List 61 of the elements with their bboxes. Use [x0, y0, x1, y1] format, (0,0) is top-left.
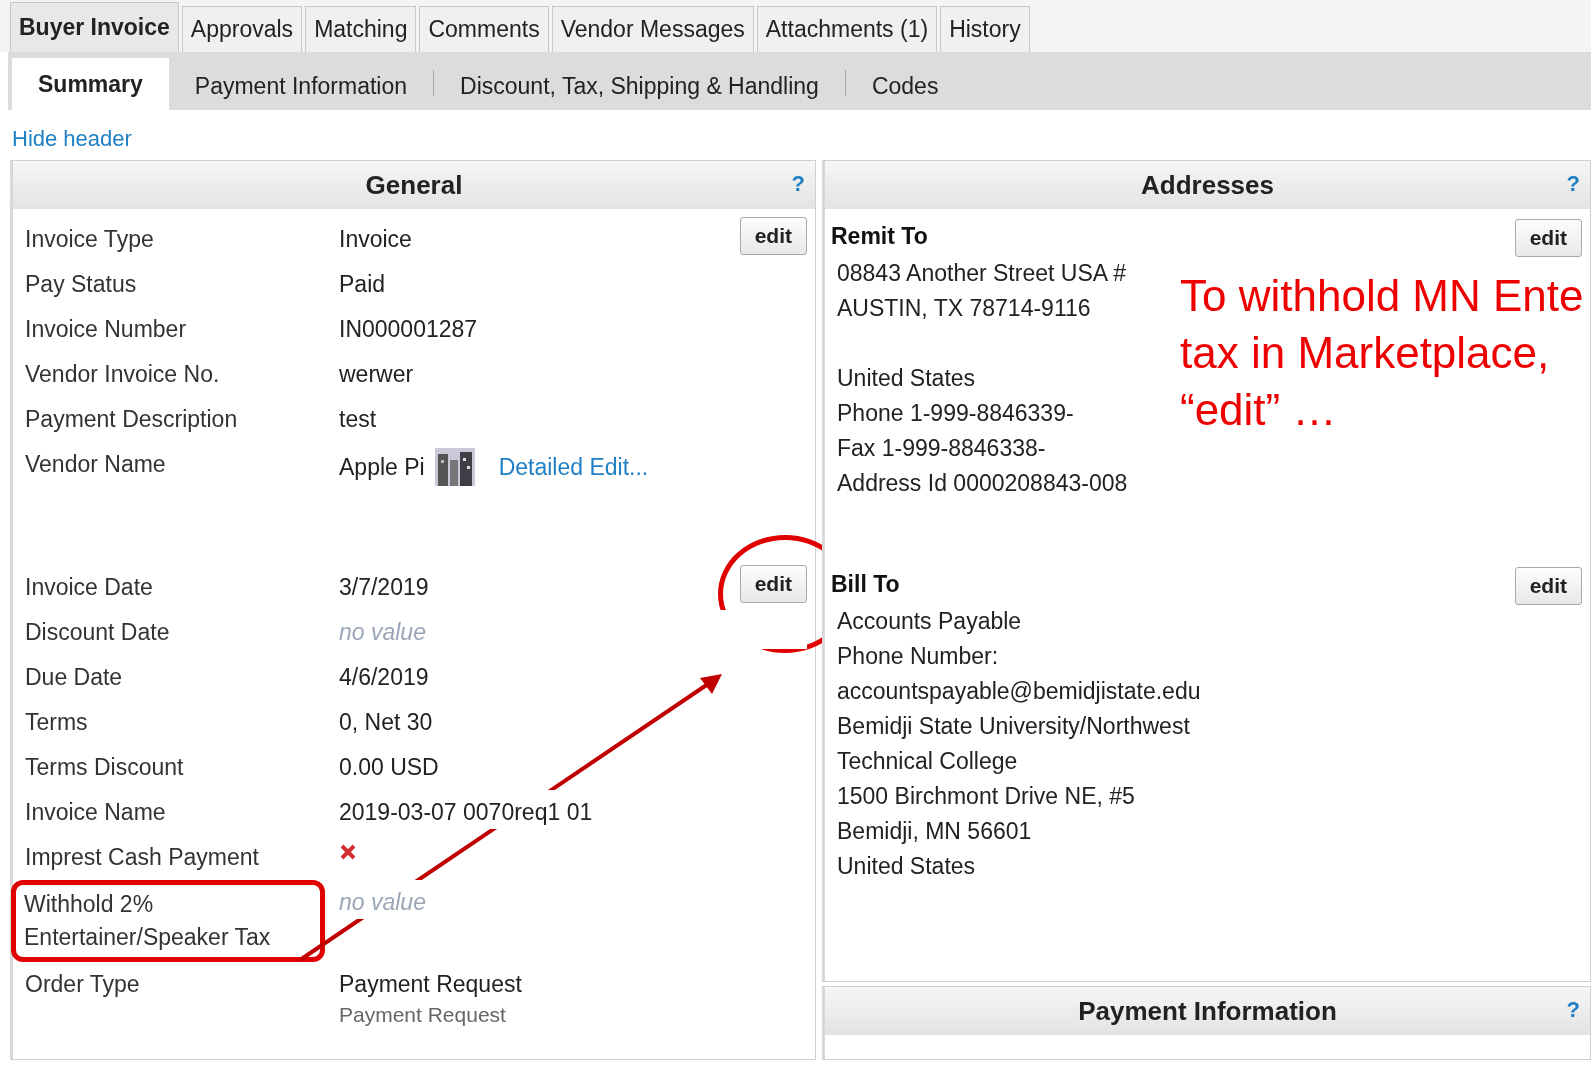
tab[interactable]: Buyer Invoice — [10, 2, 179, 52]
panel-title: Addresses — [1141, 169, 1274, 201]
tab[interactable]: Attachments (1) — [756, 6, 938, 52]
address-line: Phone Number: — [836, 642, 999, 671]
address-line: Address Id 0000208843-008 — [836, 469, 1128, 498]
edit-button[interactable]: edit — [739, 565, 807, 603]
address-line: accountspayable@bemidjistate.edu — [836, 677, 1201, 706]
section-title: Bill To — [831, 571, 900, 598]
tab[interactable]: Vendor Messages — [551, 6, 754, 52]
detailed-edit-link[interactable]: Detailed Edit... — [498, 453, 649, 481]
field-label: Order Type — [24, 970, 141, 999]
address-line: Phone 1-999-8846339- — [836, 399, 1074, 428]
hide-header-link[interactable]: Hide header — [12, 126, 132, 152]
field-value: no value — [339, 610, 807, 649]
panel-title: Payment Information — [1078, 995, 1337, 1027]
section-title: Remit To — [831, 223, 928, 250]
field-label: Pay Status — [24, 270, 138, 299]
address-line: Accounts Payable — [836, 607, 1022, 636]
field-label: Due Date — [24, 663, 124, 692]
sub-tab[interactable]: Payment Information — [168, 62, 434, 110]
address-line: Technical College — [836, 747, 1018, 776]
field-value: 2019-03-07 0070req1 01 — [339, 790, 593, 829]
address-line: AUSTIN, TX 78714-9116 — [836, 294, 1091, 323]
edit-button[interactable]: edit — [1514, 219, 1582, 257]
help-link[interactable]: ? — [791, 171, 805, 197]
field-label: Terms Discount — [24, 753, 185, 782]
address-line: 1500 Birchmont Drive NE, #5 — [836, 782, 1135, 811]
address-line: United States — [836, 852, 976, 881]
annotation-text: To withhold MN Ente — [1180, 270, 1584, 322]
edit-button[interactable]: edit — [739, 217, 807, 255]
field-label: Invoice Type — [24, 225, 155, 254]
field-label: Vendor Name — [24, 450, 167, 479]
tab[interactable]: History — [940, 6, 1030, 52]
field-label: Terms — [24, 708, 89, 737]
sub-tab[interactable]: Codes — [845, 62, 965, 110]
tab[interactable]: Approvals — [181, 6, 303, 52]
tab[interactable]: Comments — [419, 6, 549, 52]
field-label: Invoice Date — [24, 573, 154, 602]
panel-title: General — [365, 169, 463, 201]
field-subvalue: Payment Request — [339, 1002, 506, 1028]
edit-button[interactable]: edit — [1514, 567, 1582, 605]
sub-tab[interactable]: Summary — [12, 58, 169, 110]
highlighted-field-label: Withhold 2% Entertainer/Speaker Tax — [11, 880, 325, 962]
sub-tab[interactable]: Discount, Tax, Shipping & Handling — [434, 62, 845, 110]
field-label: Invoice Name — [24, 798, 167, 827]
address-line: Bemidji State University/Northwest — [836, 712, 1190, 741]
address-line: 08843 Another Street USA # — [836, 259, 1126, 288]
field-label: Payment Description — [24, 405, 239, 434]
help-link[interactable]: ? — [1566, 171, 1580, 197]
field-label: Discount Date — [24, 618, 171, 647]
field-label: Invoice Number — [24, 315, 188, 344]
help-link[interactable]: ? — [1566, 997, 1580, 1023]
field-label: Imprest Cash Payment — [24, 843, 260, 872]
address-line: Fax 1-999-8846338- — [836, 434, 1046, 463]
tab[interactable]: Matching — [305, 6, 417, 52]
annotation-text: tax in Marketplace, — [1180, 327, 1551, 379]
field-label: Vendor Invoice No. — [24, 360, 221, 389]
building-icon — [434, 448, 475, 486]
address-line: United States — [836, 364, 976, 393]
annotation-text: “edit” … — [1180, 384, 1338, 436]
address-line: Bemidji, MN 56601 — [836, 817, 1032, 846]
